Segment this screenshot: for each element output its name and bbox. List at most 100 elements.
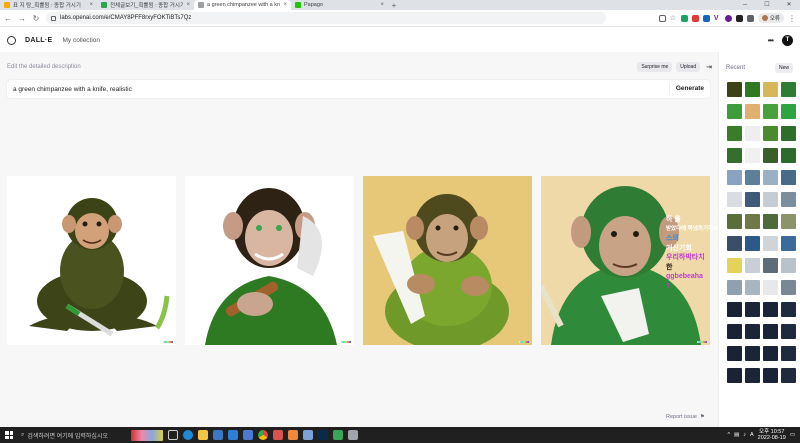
recent-thumbnail[interactable] (745, 148, 760, 163)
recent-thumbnail[interactable] (745, 82, 760, 97)
app-icon-orange[interactable] (288, 430, 298, 440)
recent-thumbnail[interactable] (727, 170, 742, 185)
recent-thumbnail[interactable] (727, 280, 742, 295)
profile-button[interactable]: 오류 (757, 13, 784, 23)
recent-thumbnail[interactable] (727, 214, 742, 229)
app-icon-photo[interactable] (303, 430, 313, 440)
recent-thumbnail[interactable] (727, 82, 742, 97)
recent-thumbnail[interactable] (781, 126, 796, 141)
recent-thumbnail[interactable] (763, 236, 778, 251)
ime-icon[interactable]: A (750, 432, 754, 438)
recent-thumbnail[interactable] (781, 258, 796, 273)
extension-green-icon[interactable] (680, 14, 688, 22)
edge-icon[interactable] (183, 430, 193, 440)
new-tab-button[interactable]: + (388, 1, 400, 10)
recent-thumbnail[interactable] (745, 258, 760, 273)
new-button[interactable]: New (774, 63, 793, 73)
upload-button[interactable]: Upload (676, 61, 701, 72)
recent-thumbnail[interactable] (745, 236, 760, 251)
app-icon-ps[interactable] (318, 430, 328, 440)
recent-thumbnail[interactable] (763, 148, 778, 163)
menu-dots-icon[interactable]: ⋮ (788, 14, 796, 23)
openai-logo-icon[interactable] (7, 35, 16, 45)
recent-thumbnail[interactable] (745, 104, 760, 119)
generated-image[interactable] (7, 176, 176, 345)
file-explorer-icon[interactable] (198, 430, 208, 440)
report-issue-link[interactable]: Report issue ⚑ (666, 414, 705, 420)
generate-button[interactable]: Generate (668, 83, 704, 95)
close-icon[interactable]: × (283, 2, 287, 8)
more-options-icon[interactable]: ••• (768, 36, 774, 45)
puzzle-icon[interactable] (746, 14, 754, 22)
recent-thumbnail[interactable] (763, 324, 778, 339)
extension-red-icon[interactable] (691, 14, 699, 22)
recent-thumbnail[interactable] (745, 346, 760, 361)
surprise-me-button[interactable]: Surprise me (637, 61, 673, 72)
recent-thumbnail[interactable] (763, 126, 778, 141)
recent-thumbnail[interactable] (727, 192, 742, 207)
chrome-icon[interactable] (258, 430, 268, 440)
arrow-right-to-bar-icon[interactable]: ⇥ (706, 63, 712, 71)
app-icon-red[interactable] (273, 430, 283, 440)
notification-icon[interactable]: ▭ (790, 432, 795, 438)
recent-thumbnail[interactable] (745, 192, 760, 207)
recent-thumbnail[interactable] (727, 324, 742, 339)
extension-black-icon[interactable] (735, 14, 743, 22)
bookmark-star-icon[interactable]: ☆ (670, 15, 677, 22)
chevron-up-icon[interactable]: ^ (727, 432, 730, 438)
recent-thumbnail[interactable] (763, 302, 778, 317)
extension-v-icon[interactable]: V (714, 15, 721, 22)
recent-thumbnail[interactable] (763, 214, 778, 229)
recent-thumbnail[interactable] (727, 346, 742, 361)
recent-thumbnail[interactable] (763, 104, 778, 119)
recent-thumbnail[interactable] (781, 346, 796, 361)
browser-tab-active[interactable]: a green chimpanzee with a knife × (194, 0, 291, 10)
store-icon[interactable] (213, 430, 223, 440)
recent-thumbnail[interactable] (781, 148, 796, 163)
mail-icon[interactable] (243, 430, 253, 440)
recent-thumbnail[interactable] (727, 104, 742, 119)
close-icon[interactable]: × (380, 2, 384, 8)
volume-icon[interactable]: ♪ (743, 432, 746, 438)
recent-thumbnail[interactable] (781, 280, 796, 295)
generated-image[interactable] (363, 176, 532, 345)
prompt-input[interactable] (13, 85, 669, 93)
recent-thumbnail[interactable] (781, 192, 796, 207)
app-icon-gray[interactable] (348, 430, 358, 440)
close-icon[interactable]: × (186, 2, 190, 8)
recent-thumbnail[interactable] (781, 368, 796, 383)
recent-thumbnail[interactable] (763, 346, 778, 361)
extension-purple-icon[interactable] (724, 14, 732, 22)
recent-thumbnail[interactable] (745, 126, 760, 141)
recent-thumbnail[interactable] (727, 126, 742, 141)
browser-tab[interactable]: Papago × (291, 0, 388, 10)
recent-thumbnail[interactable] (781, 302, 796, 317)
recent-thumbnail[interactable] (781, 104, 796, 119)
user-avatar[interactable]: T (782, 34, 793, 46)
recent-thumbnail[interactable] (727, 236, 742, 251)
recent-thumbnail[interactable] (745, 324, 760, 339)
share-icon[interactable] (658, 14, 666, 22)
taskbar-banner-icon[interactable] (131, 429, 163, 441)
address-bar[interactable]: labs.openai.com/e/CMAY8PFF8rxyFOKTiBTs7Q… (46, 12, 606, 24)
recent-thumbnail[interactable] (727, 258, 742, 273)
minimize-icon[interactable]: ─ (734, 0, 756, 10)
app-icon-green[interactable] (333, 430, 343, 440)
recent-thumbnail[interactable] (745, 170, 760, 185)
recent-thumbnail[interactable] (763, 258, 778, 273)
recent-thumbnail[interactable] (781, 324, 796, 339)
reload-icon[interactable]: ↻ (32, 14, 40, 23)
recent-thumbnail[interactable] (745, 280, 760, 295)
taskbar-clock[interactable]: 오후 10:57 2022-08-19 (758, 429, 786, 441)
vscode-icon[interactable] (228, 430, 238, 440)
recent-thumbnail[interactable] (763, 82, 778, 97)
recent-thumbnail[interactable] (727, 302, 742, 317)
browser-tab[interactable]: 전체글보기_획률됨 : 종합 거시기 × (97, 0, 194, 10)
recent-thumbnail[interactable] (727, 368, 742, 383)
generated-image[interactable] (185, 176, 354, 345)
recent-thumbnail[interactable] (763, 192, 778, 207)
forward-icon[interactable]: → (18, 14, 26, 23)
recent-thumbnail[interactable] (745, 368, 760, 383)
task-view-icon[interactable] (168, 430, 178, 440)
recent-thumbnail[interactable] (781, 82, 796, 97)
